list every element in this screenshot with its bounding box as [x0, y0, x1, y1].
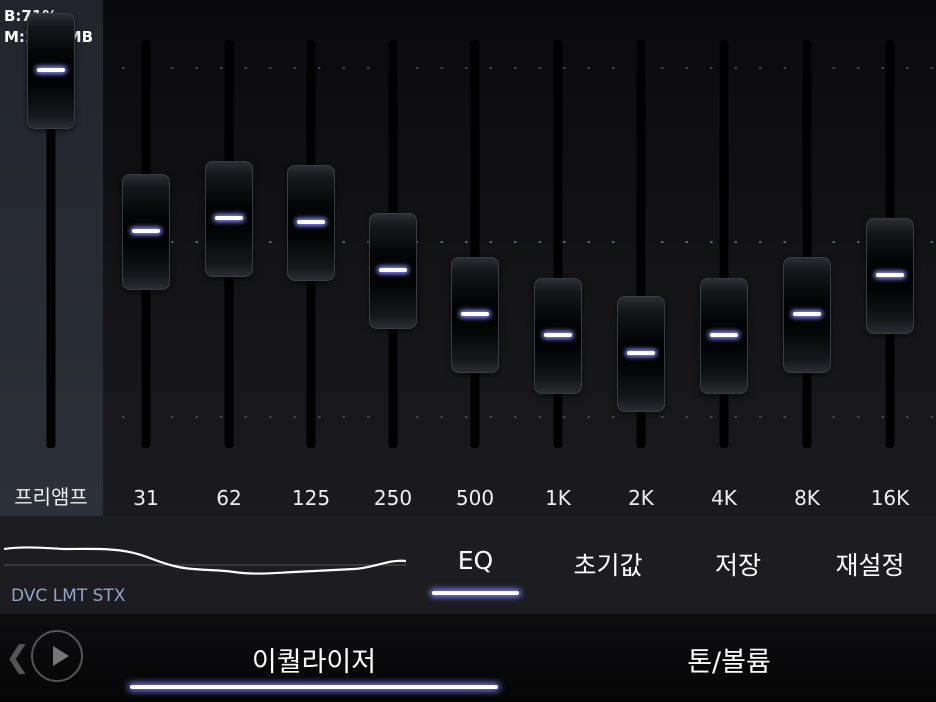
slider-knob[interactable]: [783, 256, 831, 373]
slider-knob[interactable]: [369, 213, 417, 330]
band-label: 16K: [870, 486, 910, 510]
play-icon[interactable]: [31, 630, 83, 682]
slider-band-4k: 4K: [683, 0, 765, 516]
tab-equalizer-indicator: [130, 685, 498, 689]
slider-knob-preamp[interactable]: [27, 13, 75, 130]
band-label: 125: [291, 486, 331, 510]
band-label-preamp: 프리앰프: [14, 485, 88, 509]
equalizer-panel: B:71% M:1100MB 프리앰프 31 62 125 250 500 1K: [0, 0, 936, 516]
slider-band-8k: 8K: [766, 0, 848, 516]
tab-eq[interactable]: EQ: [432, 546, 519, 575]
chevron-left-icon[interactable]: ❮: [5, 640, 30, 675]
band-label: 1K: [545, 486, 571, 510]
slider-band-1k: 1K: [517, 0, 599, 516]
reset-button[interactable]: 재설정: [820, 546, 920, 582]
slider-knob[interactable]: [122, 174, 170, 290]
band-label: 31: [133, 486, 159, 510]
band-label: 2K: [628, 486, 654, 510]
tab-eq-indicator: [432, 591, 519, 595]
slider-band-2k: 2K: [600, 0, 682, 516]
band-label: 8K: [794, 486, 820, 510]
slider-knob[interactable]: [617, 295, 665, 412]
slider-knob[interactable]: [866, 217, 914, 334]
save-button[interactable]: 저장: [698, 546, 778, 582]
slider-band-250: 250: [352, 0, 434, 516]
band-label: 500: [455, 486, 495, 510]
slider-knob[interactable]: [700, 278, 748, 395]
band-label: 4K: [711, 486, 737, 510]
preset-button[interactable]: 초기값: [558, 546, 658, 582]
slider-preamp: 프리앰프: [10, 0, 92, 516]
slider-knob[interactable]: [534, 278, 582, 395]
dsp-status-text: DVC LMT STX: [11, 586, 126, 606]
band-label: 62: [216, 486, 242, 510]
tab-equalizer[interactable]: 이퀄라이저: [130, 640, 498, 679]
slider-knob[interactable]: [451, 256, 499, 373]
eq-curve-preview: [4, 546, 406, 575]
eq-curve-line: [4, 546, 406, 575]
control-bar: DVC LMT STX EQ 초기값 저장 재설정: [0, 516, 936, 614]
bottom-navigation: ❮ 이퀄라이저 톤/볼륨: [0, 614, 936, 702]
slider-track: [470, 40, 480, 448]
slider-band-16k: 16K: [849, 0, 931, 516]
band-label: 250: [373, 486, 413, 510]
slider-band-500: 500: [434, 0, 516, 516]
slider-band-62: 62: [188, 0, 270, 516]
tab-tone-volume[interactable]: 톤/볼륨: [560, 640, 898, 679]
slider-band-31: 31: [105, 0, 187, 516]
slider-track: [802, 40, 812, 448]
slider-knob[interactable]: [287, 165, 335, 282]
slider-knob[interactable]: [205, 160, 253, 277]
slider-band-125: 125: [270, 0, 352, 516]
